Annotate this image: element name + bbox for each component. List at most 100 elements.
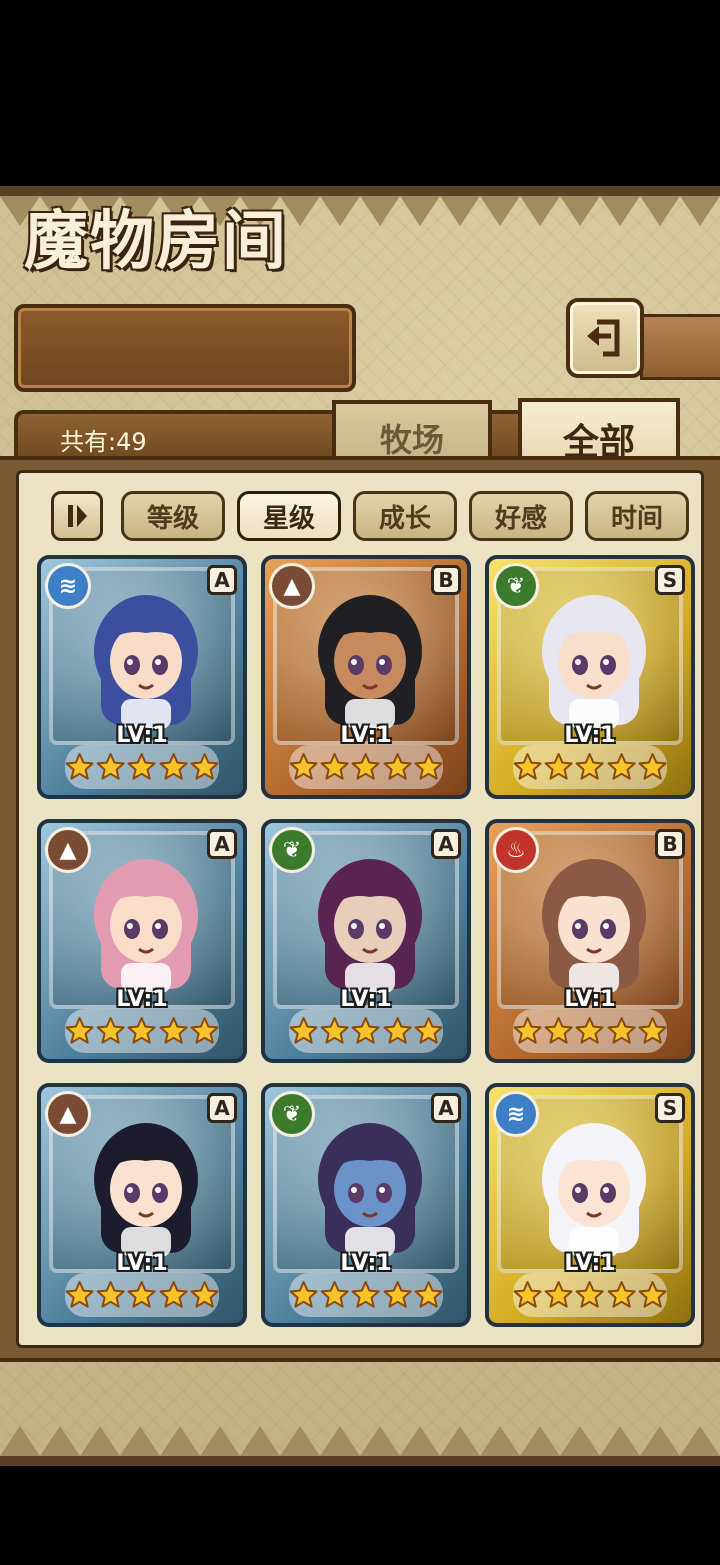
monster-portrait (94, 1123, 198, 1257)
star-rating (65, 745, 219, 789)
star-icon (513, 1017, 542, 1044)
grade-badge: S (655, 1093, 685, 1123)
star-icon (96, 1017, 125, 1044)
star-icon (96, 753, 125, 780)
water-icon: ≋ (493, 1091, 539, 1137)
monster-portrait (542, 859, 646, 993)
star-icon (320, 1281, 349, 1308)
grade-badge: A (207, 565, 237, 595)
star-icon (289, 1017, 318, 1044)
star-icon (414, 1281, 443, 1308)
star-rating (513, 1273, 667, 1317)
star-icon (352, 1281, 381, 1308)
star-icon (383, 753, 412, 780)
monster-card[interactable]: ❦ A LV:1 (261, 819, 471, 1063)
monster-portrait (94, 595, 198, 729)
star-icon (190, 1017, 219, 1044)
earth-icon: ▲ (45, 827, 91, 873)
star-icon (576, 753, 605, 780)
star-icon (383, 1017, 412, 1044)
star-icon (607, 753, 636, 780)
monster-portrait (542, 1123, 646, 1257)
grade-badge: S (655, 565, 685, 595)
zigzag-border-bottom (0, 1426, 720, 1466)
monster-card[interactable]: ≋ S LV:1 (485, 1083, 695, 1327)
monster-card[interactable]: ❦ A LV:1 (261, 1083, 471, 1327)
monster-card[interactable]: ▲ A LV:1 (37, 819, 247, 1063)
star-icon (544, 753, 573, 780)
grade-badge: A (431, 1093, 461, 1123)
sort-by-time-button[interactable]: 时间 (585, 491, 689, 541)
sort-by-star-button[interactable]: 星级 (237, 491, 341, 541)
sort-by-growth-label: 成长 (378, 503, 431, 534)
star-icon (383, 1281, 412, 1308)
grade-badge: B (431, 565, 461, 595)
grade-badge: A (207, 829, 237, 859)
grade-badge: B (655, 829, 685, 859)
monster-list-area: 等级 星级 成长 好感 时间 ≋ A LV:1 ▲ B LV:1 ❦ S LV:1 ▲ A LV:1 ❦… (16, 470, 704, 1348)
monster-portrait (542, 595, 646, 729)
sort-by-affection-button[interactable]: 好感 (469, 491, 573, 541)
star-icon (65, 753, 94, 780)
star-rating (289, 1009, 443, 1053)
sort-by-level-button[interactable]: 等级 (121, 491, 225, 541)
star-icon (576, 1017, 605, 1044)
sort-filter-bar: 等级 星级 成长 好感 时间 (37, 491, 689, 541)
tab-pasture-label: 牧场 (379, 421, 444, 459)
star-icon (513, 1281, 542, 1308)
star-icon (352, 753, 381, 780)
monster-card[interactable]: ≋ A LV:1 (37, 555, 247, 799)
star-icon (65, 1281, 94, 1308)
star-icon (289, 753, 318, 780)
sort-by-time-label: 时间 (610, 503, 663, 534)
monster-grid: ≋ A LV:1 ▲ B LV:1 ❦ S LV:1 ▲ A LV:1 ❦ A LV:1 ♨ B LV:1 ▲ A LV… (33, 555, 695, 1335)
star-icon (544, 1017, 573, 1044)
monster-portrait (318, 1123, 422, 1257)
grade-badge: A (207, 1093, 237, 1123)
star-icon (513, 753, 542, 780)
page-title: 魔物房间 (24, 204, 288, 279)
game-screen: 魔物房间 共有:49 牧场 全部 等级 星级 成长 好感 时间 ≋ A LV:1… (0, 186, 720, 1466)
star-icon (159, 1281, 188, 1308)
monster-card[interactable]: ❦ S LV:1 (485, 555, 695, 799)
star-icon (65, 1017, 94, 1044)
monster-card[interactable]: ▲ A LV:1 (37, 1083, 247, 1327)
star-icon (607, 1017, 636, 1044)
star-rating (513, 745, 667, 789)
monster-portrait (94, 859, 198, 993)
star-icon (159, 1017, 188, 1044)
sort-by-growth-button[interactable]: 成长 (353, 491, 457, 541)
back-button[interactable] (566, 298, 644, 378)
monster-card[interactable]: ♨ B LV:1 (485, 819, 695, 1063)
water-icon: ≋ (45, 563, 91, 609)
sort-by-level-label: 等级 (146, 503, 199, 534)
star-icon (128, 753, 157, 780)
title-plate (14, 304, 356, 392)
leaf-icon: ❦ (493, 563, 539, 609)
star-icon (638, 753, 667, 780)
monster-count: 共有:49 (60, 428, 147, 456)
star-icon (638, 1017, 667, 1044)
monster-panel: 等级 星级 成长 好感 时间 ≋ A LV:1 ▲ B LV:1 ❦ S LV:1 ▲ A LV:1 ❦… (0, 456, 720, 1362)
star-icon (128, 1017, 157, 1044)
star-rating (289, 1273, 443, 1317)
star-icon (414, 1017, 443, 1044)
star-icon (320, 753, 349, 780)
star-icon (190, 1281, 219, 1308)
star-icon (159, 753, 188, 780)
star-rating (289, 745, 443, 789)
monster-card[interactable]: ▲ B LV:1 (261, 555, 471, 799)
sort-order-toggle[interactable] (51, 491, 103, 541)
star-icon (352, 1017, 381, 1044)
star-icon (638, 1281, 667, 1308)
star-icon (96, 1281, 125, 1308)
star-rating (65, 1273, 219, 1317)
star-icon (289, 1281, 318, 1308)
star-rating (65, 1009, 219, 1053)
sort-by-affection-label: 好感 (494, 503, 547, 534)
star-icon (414, 753, 443, 780)
star-icon (128, 1281, 157, 1308)
monster-portrait (318, 859, 422, 993)
star-icon (190, 753, 219, 780)
leaf-icon: ❦ (269, 827, 315, 873)
